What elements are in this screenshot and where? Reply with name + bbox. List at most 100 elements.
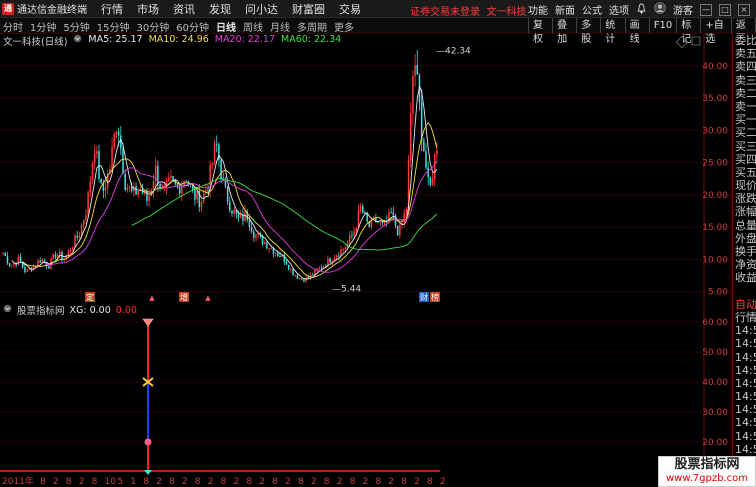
candle-body bbox=[342, 248, 344, 250]
sidebar-item-27[interactable]: 14:50 bbox=[733, 390, 756, 403]
candle-body bbox=[294, 275, 296, 277]
candle-body bbox=[126, 187, 129, 191]
tool-button-5[interactable]: F10 bbox=[648, 18, 676, 33]
candle-body bbox=[233, 209, 235, 214]
tab-period-0[interactable]: 分时 bbox=[3, 19, 23, 34]
menu-trade[interactable]: 交易 bbox=[339, 1, 361, 17]
sidebar-item-14[interactable]: 总量 bbox=[733, 219, 756, 232]
tool-button-6[interactable]: 标记 bbox=[676, 18, 700, 45]
sidebar-item-24[interactable]: 14:50 bbox=[733, 351, 756, 364]
indicator-chart[interactable]: 20.0030.0040.0050.0060.00 2011年 8 2 8 2 8 10 5 1… bbox=[0, 302, 732, 487]
chart-zoom-icon[interactable] bbox=[675, 35, 689, 49]
sidebar-item-0[interactable]: 委比 bbox=[733, 34, 756, 47]
tab-period-9[interactable]: 多周期 bbox=[297, 19, 327, 34]
sidebar-item-20[interactable]: 自动 bbox=[733, 298, 756, 311]
candle-body bbox=[130, 186, 133, 192]
tool-button-2[interactable]: 多股 bbox=[576, 18, 600, 45]
menu-market[interactable]: 行情 bbox=[101, 1, 123, 17]
sidebar-item-1[interactable]: 卖五 bbox=[733, 47, 756, 60]
sidebar-item-3[interactable]: 卖三 bbox=[733, 74, 756, 87]
sidebar-item-7[interactable]: 买二 bbox=[733, 126, 756, 139]
sidebar-item-2[interactable]: 卖四 bbox=[733, 60, 756, 73]
sidebar-item-11[interactable]: 现价 bbox=[733, 179, 756, 192]
sidebar-item-25[interactable]: 14:50 bbox=[733, 364, 756, 377]
sidebar-item-30[interactable]: 14:50 bbox=[733, 430, 756, 443]
kline-chart[interactable]: 5.0010.0015.0020.0025.0030.0035.0040.00 … bbox=[0, 34, 732, 302]
candle-body bbox=[335, 255, 338, 259]
sidebar-item-16[interactable]: 换手 bbox=[733, 245, 756, 258]
tab-period-5[interactable]: 60分钟 bbox=[176, 19, 209, 34]
candle-body bbox=[8, 263, 11, 266]
tool-button-4[interactable]: 画线 bbox=[624, 18, 649, 45]
tab-period-8[interactable]: 月线 bbox=[270, 19, 290, 34]
tool-button-7[interactable]: +自选 bbox=[700, 18, 731, 45]
sidebar-item-29[interactable]: 14:50 bbox=[733, 416, 756, 429]
sidebar-item-19[interactable] bbox=[733, 285, 756, 298]
menu-new-page[interactable]: 新面 bbox=[555, 2, 575, 17]
sidebar-item-13[interactable]: 涨幅 bbox=[733, 205, 756, 218]
sidebar-item-15[interactable]: 外盘 bbox=[733, 232, 756, 245]
sidebar-item-18[interactable]: 收益 bbox=[733, 271, 756, 284]
menu-assistant[interactable]: 问小达 bbox=[245, 1, 278, 17]
signal-top-marker bbox=[142, 318, 154, 327]
price-tick-label: 10.00 bbox=[702, 255, 728, 265]
candle-body bbox=[355, 227, 358, 232]
time-tick-label: 2 bbox=[388, 477, 394, 487]
trade-login-notice[interactable]: 证券交易未登录 文一科技 bbox=[410, 3, 526, 18]
tab-period-6[interactable]: 日线 bbox=[216, 19, 236, 34]
time-tick-label: 2 bbox=[414, 477, 420, 487]
sidebar-item-12[interactable]: 涨跌 bbox=[733, 192, 756, 205]
tab-period-2[interactable]: 5分钟 bbox=[63, 19, 89, 34]
maximize-icon[interactable]: □ bbox=[719, 3, 731, 16]
candle-body bbox=[117, 131, 120, 136]
candle-body bbox=[115, 131, 118, 135]
sidebar-item-17[interactable]: 净资 bbox=[733, 258, 756, 271]
sidebar-item-26[interactable]: 14:50 bbox=[733, 377, 756, 390]
price-axis: 5.00 10.00 15.00 20.00 25.00 30.00 35.00 40.00 bbox=[702, 62, 728, 298]
sidebar-item-5[interactable]: 卖一 bbox=[733, 100, 756, 113]
time-tick-label: 2 bbox=[53, 477, 59, 487]
event-markers: 定 ▲ 增 ▲ 财榜 bbox=[85, 292, 440, 302]
menu-options[interactable]: 选项 bbox=[609, 2, 629, 17]
candle-body bbox=[311, 274, 314, 276]
sidebar-item-8[interactable]: 买三 bbox=[733, 140, 756, 153]
tab-period-7[interactable]: 周线 bbox=[243, 19, 263, 34]
sidebar-item-23[interactable]: 14:50 bbox=[733, 337, 756, 350]
user-avatar-icon[interactable] bbox=[654, 2, 666, 17]
tool-button-8[interactable]: 返回 bbox=[730, 18, 756, 45]
chart-expand-icon[interactable] bbox=[691, 36, 701, 46]
candle-body bbox=[96, 151, 98, 154]
menu-board[interactable]: 市场 bbox=[137, 1, 159, 17]
sidebar-item-21[interactable]: 行情 bbox=[733, 311, 756, 324]
candle-body bbox=[250, 226, 253, 232]
sidebar-item-6[interactable]: 买一 bbox=[733, 113, 756, 126]
tab-period-1[interactable]: 1分钟 bbox=[30, 19, 56, 34]
tool-button-3[interactable]: 统计 bbox=[600, 18, 624, 45]
tool-button-1[interactable]: 叠加 bbox=[552, 18, 576, 45]
chart-corner-controls bbox=[675, 35, 701, 49]
user-label[interactable]: 游客 bbox=[673, 2, 693, 17]
tab-period-3[interactable]: 15分钟 bbox=[97, 19, 130, 34]
sidebar-item-4[interactable]: 卖二 bbox=[733, 87, 756, 100]
menu-function[interactable]: 功能 bbox=[528, 2, 548, 17]
moving-average-lines bbox=[11, 84, 438, 280]
tab-period-10[interactable]: 更多 bbox=[334, 19, 354, 34]
menu-news[interactable]: 资讯 bbox=[173, 1, 195, 17]
time-axis: 2011年 8 2 8 2 8 10 5 1 8 2 8 2 8 2 8 2 8 2 8 2 8 2 8 2 8 2 8 2 8 2 8 2 bbox=[2, 475, 446, 487]
menu-wealth[interactable]: 财富圈 bbox=[292, 1, 325, 17]
minimize-icon[interactable]: — bbox=[700, 3, 712, 16]
sidebar-item-9[interactable]: 买四 bbox=[733, 153, 756, 166]
menu-discover[interactable]: 发现 bbox=[209, 1, 231, 17]
tool-button-0[interactable]: 复权 bbox=[528, 18, 552, 45]
tab-period-4[interactable]: 30分钟 bbox=[136, 19, 169, 34]
sidebar-item-10[interactable]: 买五 bbox=[733, 166, 756, 179]
time-tick-label: 1 bbox=[130, 477, 136, 487]
candle-body bbox=[436, 150, 438, 155]
time-tick-label: 5 bbox=[117, 477, 123, 487]
bell-icon[interactable] bbox=[636, 3, 647, 17]
sidebar-item-22[interactable]: 14:50 bbox=[733, 324, 756, 337]
menu-formula[interactable]: 公式 bbox=[582, 2, 602, 17]
sidebar-item-31[interactable]: 14:50 bbox=[733, 443, 756, 456]
sidebar-item-28[interactable]: 14:50 bbox=[733, 403, 756, 416]
close-icon[interactable]: × bbox=[738, 3, 750, 16]
